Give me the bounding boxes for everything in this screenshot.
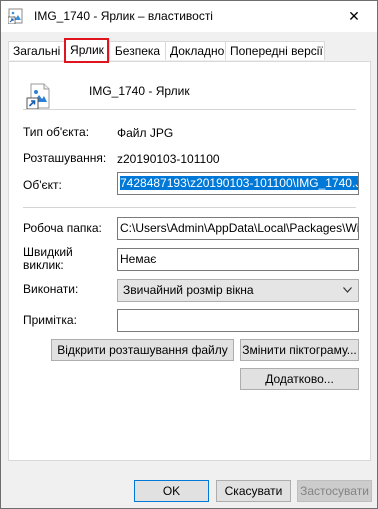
run-select-value: Звичайний розмір вікна	[123, 283, 254, 297]
tab-strip: Загальні Ярлик Безпека Докладно Попередн…	[1, 39, 377, 62]
ok-button[interactable]: OK	[134, 480, 209, 502]
cancel-button[interactable]: Скасувати	[216, 480, 291, 502]
tab-general[interactable]: Загальні	[8, 41, 65, 60]
shortcut-file-icon	[26, 83, 50, 110]
target-type-value: Файл JPG	[117, 126, 174, 140]
image-file-icon	[8, 8, 23, 24]
comment-field[interactable]	[117, 309, 359, 332]
properties-window: IMG_1740 - Ярлик – властивості ✕ Загальн…	[0, 0, 378, 509]
run-select[interactable]: Звичайний розмір вікна	[117, 279, 359, 302]
shortcut-panel: IMG_1740 - Ярлик Тип об'єкта: Файл JPG Р…	[8, 61, 371, 461]
tab-details[interactable]: Докладно	[165, 41, 226, 60]
divider	[23, 207, 356, 208]
location-label: Розташування:	[23, 151, 107, 165]
comment-label: Примітка:	[23, 313, 77, 327]
hotkey-label: Швидкий виклик:	[23, 245, 73, 272]
target-type-label: Тип об'єкта:	[23, 125, 90, 139]
apply-button[interactable]: Застосувати	[297, 480, 372, 502]
location-value: z20190103-101100	[117, 152, 220, 166]
target-label: Об'єкт:	[23, 178, 62, 192]
close-button[interactable]: ✕	[331, 1, 377, 32]
start-in-label: Робоча папка:	[23, 221, 102, 235]
change-icon-button[interactable]: Змінити піктограму...	[240, 339, 359, 361]
shortcut-name: IMG_1740 - Ярлик	[89, 84, 190, 98]
window-title: IMG_1740 - Ярлик – властивості	[34, 9, 213, 23]
open-file-location-button[interactable]: Відкрити розташування файлу	[51, 339, 234, 361]
title-bar[interactable]: IMG_1740 - Ярлик – властивості ✕	[1, 1, 377, 32]
hotkey-field[interactable]: Немає	[117, 248, 359, 271]
target-value: 7428487193\z20190103-101100\IMG_1740.JPG	[120, 176, 358, 190]
advanced-button[interactable]: Додатково...	[240, 368, 359, 390]
target-field[interactable]: 7428487193\z20190103-101100\IMG_1740.JPG	[117, 172, 359, 195]
divider	[23, 109, 356, 110]
tab-security[interactable]: Безпека	[109, 41, 166, 60]
run-label: Виконати:	[23, 282, 79, 296]
tab-highlight-annotation	[64, 38, 109, 63]
close-icon: ✕	[348, 8, 360, 24]
chevron-down-icon	[343, 287, 352, 293]
start-in-field[interactable]: C:\Users\Admin\AppData\Local\Packages\Wi…	[117, 217, 359, 240]
tab-previous-versions[interactable]: Попередні версії	[225, 41, 325, 60]
